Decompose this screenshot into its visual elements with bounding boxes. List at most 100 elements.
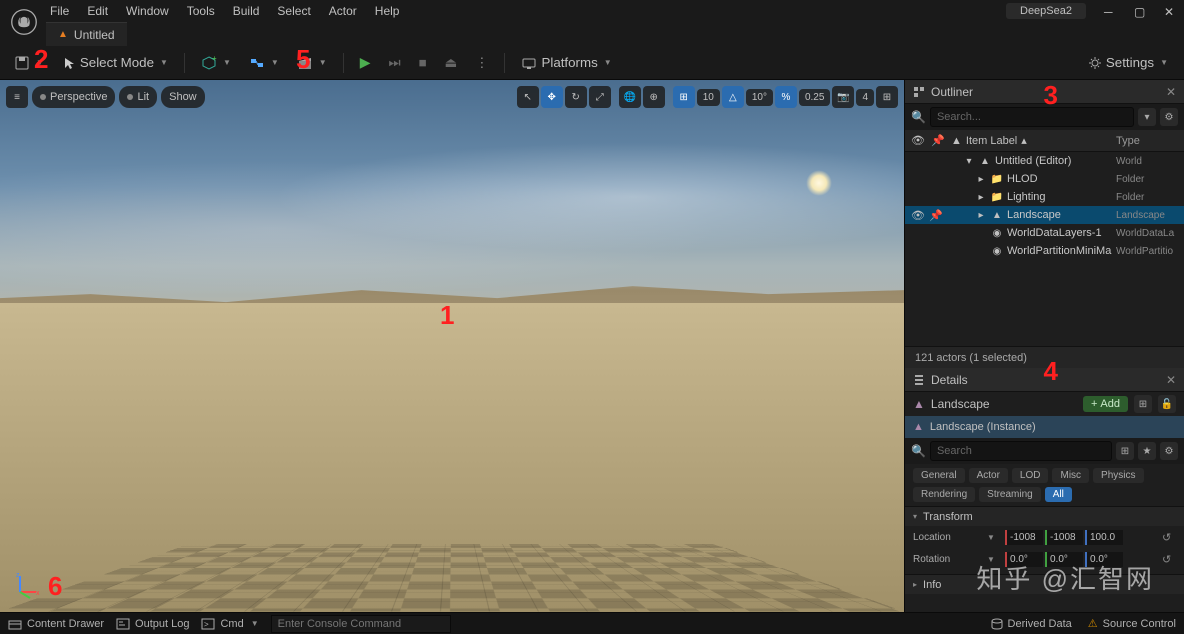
outliner-row-untitled-editor-[interactable]: ▾▲Untitled (Editor)World [905,152,1184,170]
row-type: Landscape [1116,210,1178,221]
visibility-column-icon[interactable]: 👁 [911,134,925,147]
filter-misc[interactable]: Misc [1052,468,1089,483]
location-x-input[interactable]: -1008 [1005,530,1043,545]
expand-icon[interactable]: ▸ [975,174,987,185]
location-z-input[interactable]: 100.0 [1085,530,1123,545]
pin-column-icon[interactable]: 📌 [931,134,945,147]
angle-snap-value[interactable]: 10° [746,89,773,106]
rotation-x-input[interactable]: 0.0° [1005,552,1043,567]
pin-icon[interactable]: 📌 [929,209,943,222]
menu-select[interactable]: Select [277,4,310,18]
minimize-button[interactable]: ─ [1104,5,1116,17]
camera-speed-value[interactable]: 4 [856,89,874,106]
angle-snap-icon[interactable]: △ [722,86,744,108]
viewport-layout-icon[interactable]: ⊞ [876,86,898,108]
show-button[interactable]: Show [161,86,205,108]
outliner-row-landscape[interactable]: 👁📌▸▲LandscapeLandscape [905,206,1184,224]
rotate-tool-icon[interactable]: ↻ [565,86,587,108]
filter-physics[interactable]: Physics [1093,468,1143,483]
perspective-button[interactable]: Perspective [32,86,115,108]
maximize-button[interactable]: ▢ [1134,5,1146,17]
filter-all[interactable]: All [1045,487,1072,502]
filter-actor[interactable]: Actor [969,468,1008,483]
outliner-search-input[interactable] [930,107,1134,127]
world-local-toggle[interactable]: 🌐 [619,86,641,108]
add-component-button[interactable]: +Add [1083,396,1128,412]
content-drawer-button[interactable]: Content Drawer [8,618,104,630]
filter-streaming[interactable]: Streaming [979,487,1041,502]
filter-general[interactable]: General [913,468,965,483]
menu-build[interactable]: Build [233,4,260,18]
cmd-button[interactable]: > Cmd▼ [201,618,258,630]
tab-untitled[interactable]: ▲ Untitled [46,22,127,46]
menu-file[interactable]: File [50,4,69,18]
location-dropdown[interactable]: ▼ [987,533,1001,542]
location-y-input[interactable]: -1008 [1045,530,1083,545]
scale-snap-value[interactable]: 0.25 [799,89,830,106]
lit-button[interactable]: Lit [119,86,157,108]
blueprints-button[interactable]: ▼ [243,51,285,75]
details-search-input[interactable] [930,441,1112,461]
output-log-button[interactable]: Output Log [116,618,189,630]
grid-snap-value[interactable]: 10 [697,89,720,106]
select-tool-icon[interactable]: ↖ [517,86,539,108]
location-reset-button[interactable]: ↺ [1162,531,1176,544]
rotation-reset-button[interactable]: ↺ [1162,553,1176,566]
outliner-close-button[interactable]: ✕ [1166,85,1176,99]
details-settings-button[interactable]: ⚙ [1160,442,1178,460]
stop-button[interactable]: ■ [412,51,432,74]
details-view-button[interactable]: ⊞ [1116,442,1134,460]
menu-actor[interactable]: Actor [329,4,357,18]
move-tool-icon[interactable]: ✥ [541,86,563,108]
eject-button[interactable]: ⏏ [439,51,464,75]
rotation-y-input[interactable]: 0.0° [1045,552,1083,567]
outliner-row-worldpartitionminimap[interactable]: ◉WorldPartitionMiniMapWorldPartitio [905,242,1184,260]
menu-edit[interactable]: Edit [87,4,108,18]
outliner-filter-button[interactable]: ▾ [1138,108,1156,126]
filter-rendering[interactable]: Rendering [913,487,975,502]
outliner-row-hlod[interactable]: ▸📁HLODFolder [905,170,1184,188]
play-options-button[interactable]: ⋮ [469,51,494,75]
component-row[interactable]: ▲ Landscape (Instance) [905,416,1184,438]
transform-section[interactable]: ▾Transform [905,506,1184,526]
camera-speed-icon[interactable]: 📷 [832,86,854,108]
menu-window[interactable]: Window [126,4,169,18]
visibility-icon[interactable]: 👁 [911,209,925,222]
play-button[interactable]: ▶ [354,50,377,75]
derived-data-button[interactable]: Derived Data [991,617,1072,630]
expand-icon[interactable]: ▾ [963,156,975,167]
level-viewport[interactable]: ≡ Perspective Lit Show ↖ ✥ ↻ ⤢ 🌐 ⊕ ⊞ 10 … [0,80,904,612]
scale-tool-icon[interactable]: ⤢ [589,86,611,108]
menu-bar: FileEditWindowToolsBuildSelectActorHelp … [0,0,1184,22]
details-close-button[interactable]: ✕ [1166,373,1176,387]
menu-tools[interactable]: Tools [187,4,215,18]
source-control-button[interactable]: ⚠ Source Control [1088,617,1176,630]
menu-help[interactable]: Help [375,4,400,18]
close-button[interactable]: ✕ [1164,5,1176,17]
details-favorite-button[interactable]: ★ [1138,442,1156,460]
viewport-options-button[interactable]: ≡ [6,86,28,108]
row-type: WorldPartitio [1116,246,1178,257]
info-section[interactable]: ▸Info [905,574,1184,594]
add-content-button[interactable]: + ▼ [195,51,237,75]
step-button[interactable]: ⏭ [382,51,406,75]
filter-lod[interactable]: LOD [1012,468,1049,483]
outliner-settings-button[interactable]: ⚙ [1160,108,1178,126]
details-browse-button[interactable]: ⊞ [1134,395,1152,413]
mode-selector[interactable]: Select Mode ▼ [56,51,174,74]
expand-icon[interactable]: ▸ [975,192,987,203]
rotation-dropdown[interactable]: ▼ [987,555,1001,564]
outliner-row-lighting[interactable]: ▸📁LightingFolder [905,188,1184,206]
platforms-button[interactable]: Platforms ▼ [515,51,617,74]
surface-snap-icon[interactable]: ⊕ [643,86,665,108]
expand-icon[interactable]: ▸ [975,210,987,221]
item-label-column[interactable]: ▲ Item Label ▴ [951,134,1110,147]
grid-snap-icon[interactable]: ⊞ [673,86,695,108]
rotation-z-input[interactable]: 0.0° [1085,552,1123,567]
details-lock-button[interactable]: 🔓 [1158,395,1176,413]
console-command-input[interactable] [271,615,451,633]
settings-button[interactable]: Settings ▼ [1082,51,1174,74]
type-column[interactable]: Type [1116,135,1178,147]
scale-snap-icon[interactable]: % [775,86,797,108]
outliner-row-worlddatalayers-1[interactable]: ◉WorldDataLayers-1WorldDataLa [905,224,1184,242]
